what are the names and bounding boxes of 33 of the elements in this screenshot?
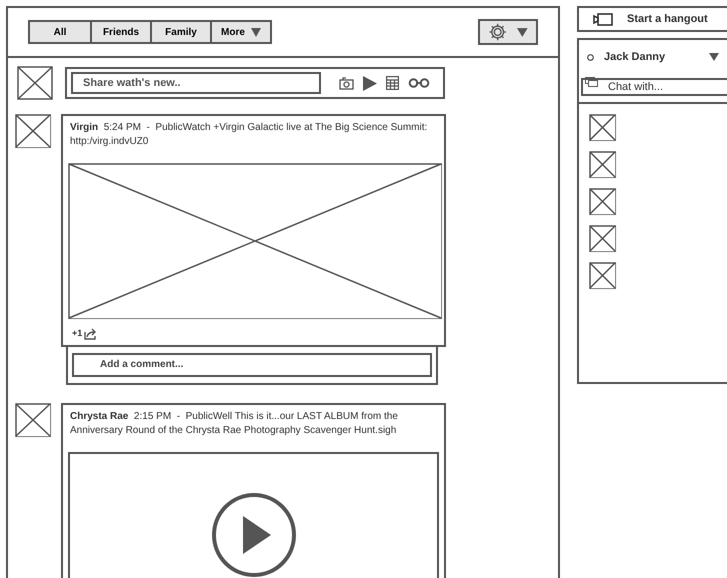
- contact-avatar-placeholder: [589, 151, 616, 178]
- avatar-placeholder: [15, 402, 51, 436]
- filter-tab[interactable]: More: [210, 22, 270, 42]
- chat-field[interactable]: Chat with...: [581, 78, 727, 96]
- play-icon: [363, 76, 377, 90]
- user-name: Jack Danny: [604, 50, 666, 65]
- chat-bubbles-icon: [585, 77, 598, 88]
- camera-icon: [339, 76, 354, 90]
- plus-one-button[interactable]: +1: [72, 327, 82, 340]
- caret-icon[interactable]: [709, 53, 719, 61]
- status-circle-icon: [587, 54, 594, 60]
- caret-icon: [517, 28, 528, 36]
- contact-avatar-placeholder: [589, 262, 616, 289]
- avatar-placeholder: [17, 66, 53, 100]
- contact-avatar-placeholder: [589, 188, 616, 215]
- post-text: Virgin 5:24 PM - PublicWatch +Virgin Galactic live at The Big Science Summit: http:/virg.indvUZ0: [69, 121, 428, 149]
- play-icon[interactable]: [210, 492, 296, 578]
- comment-field[interactable]: Add a comment...: [72, 352, 432, 376]
- filter-tab[interactable]: Friends: [90, 22, 150, 42]
- video-camera-icon: [593, 12, 613, 26]
- avatar-placeholder: [15, 114, 51, 148]
- hangout-button[interactable]: Start a hangout: [577, 6, 727, 32]
- settings-icon: [488, 22, 508, 42]
- link-icon: [408, 78, 430, 88]
- post-text: Chrysta Rae 2:15 PM - PublicWell This is it...our LAST ALBUM from the Anniversary Round of the Chrysta Rae Photography Scavenger Hunt.sigh: [69, 410, 399, 438]
- filter-tab[interactable]: All: [30, 22, 90, 42]
- share-icon[interactable]: [84, 328, 98, 340]
- contact-avatar-placeholder: [589, 225, 616, 252]
- share-field[interactable]: Share wath's new..: [71, 72, 321, 94]
- settings-button[interactable]: [478, 19, 538, 45]
- table-icon: [386, 76, 399, 90]
- contact-avatar-placeholder: [589, 114, 616, 141]
- filter-tab[interactable]: Family: [150, 22, 210, 42]
